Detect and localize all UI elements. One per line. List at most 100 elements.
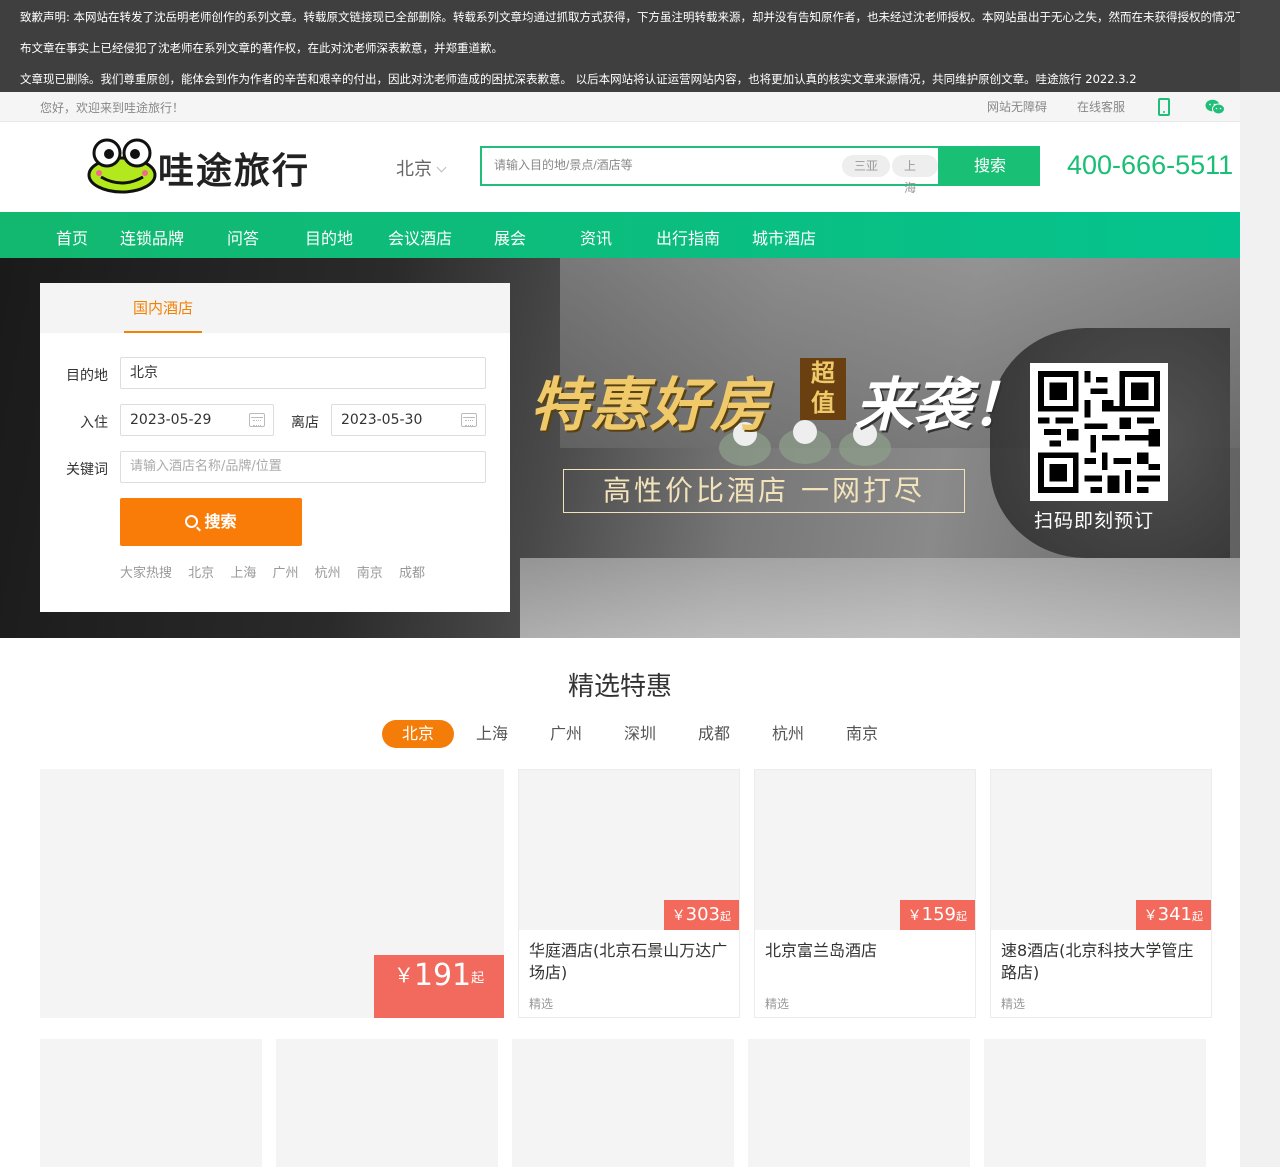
hot-searches-label: 大家热搜 — [120, 566, 173, 581]
logo-text[interactable]: 哇途旅行 — [158, 142, 310, 194]
hot-city-link[interactable]: 上海 — [230, 566, 256, 581]
hotel-card-placeholder[interactable] — [748, 1039, 970, 1167]
booking-tabs: 国内酒店 — [40, 283, 510, 333]
price-value: 303 — [685, 904, 720, 925]
accessibility-link[interactable]: 网站无障碍 — [987, 98, 1047, 115]
price-suffix: 起 — [956, 910, 967, 923]
checkin-date-value: 2023-05-29 — [130, 412, 212, 428]
price-value: 159 — [921, 904, 956, 925]
price-currency: ￥ — [907, 908, 922, 924]
price-badge: ￥303起 — [663, 900, 739, 930]
tab-domestic-hotels[interactable]: 国内酒店 — [124, 283, 202, 333]
price-value: 191 — [413, 958, 472, 993]
tab-city-chengdu[interactable]: 成都 — [678, 720, 750, 748]
tab-city-beijing[interactable]: 北京 — [382, 720, 454, 748]
checkin-label: 入住 — [80, 415, 108, 431]
notice-line: 布文章在事实上已经侵犯了沈老师在系列文章的著作权，在此对沈老师深表歉意，并郑重道… — [20, 41, 503, 55]
hot-city-link[interactable]: 广州 — [272, 566, 298, 581]
nav-item-conference-hotels[interactable]: 会议酒店 — [388, 225, 452, 249]
hotel-card-placeholder[interactable] — [276, 1039, 498, 1167]
site-header: 哇途旅行 北京 三亚 上海 搜索 400-666-5511 — [0, 122, 1240, 212]
checkin-date-input[interactable]: 2023-05-29 — [120, 404, 274, 436]
hot-search-tag[interactable]: 上海 — [892, 155, 938, 195]
price-suffix: 起 — [471, 971, 485, 986]
search-icon — [185, 515, 199, 528]
hotel-card[interactable]: ￥159起 北京富兰岛酒店 精选 — [754, 769, 976, 1018]
nav-item-home[interactable]: 首页 — [56, 225, 88, 249]
hot-city-link[interactable]: 南京 — [357, 566, 383, 581]
price-value: 341 — [1157, 904, 1192, 925]
qr-code-icon[interactable] — [1030, 363, 1168, 501]
online-service-link[interactable]: 在线客服 — [1077, 98, 1125, 115]
price-badge: ￥341起 — [1135, 900, 1211, 930]
hot-city-link[interactable]: 北京 — [188, 566, 214, 581]
banner-title-secondary: 来袭！ — [855, 371, 1030, 439]
hotel-search-button[interactable]: 搜索 — [120, 498, 302, 546]
hotel-tag: 精选 — [1001, 997, 1026, 1011]
nav-item-chain-brands[interactable]: 连锁品牌 — [120, 225, 184, 249]
hot-searches: 大家热搜 北京 上海 广州 杭州 南京 成都 — [120, 562, 437, 581]
price-currency: ￥ — [393, 963, 414, 987]
scrollbar[interactable] — [1240, 0, 1280, 1167]
featured-hotel-card[interactable]: 北京时尚会所第一品牌家居 ￥191起 — [40, 769, 504, 1018]
banner-subtitle: 高性价比酒店 一网打尽 — [563, 469, 965, 513]
mobile-phone-icon[interactable] — [1158, 98, 1170, 116]
nav-item-news[interactable]: 资讯 — [580, 225, 612, 249]
calendar-icon — [249, 413, 265, 427]
search-box: 三亚 上海 — [480, 146, 940, 195]
search-input[interactable] — [494, 158, 824, 172]
hotel-search-button-label: 搜索 — [204, 512, 237, 531]
page: 致歉声明: 本网站在转发了沈岳明老师创作的系列文章。转载原文链接现已全部删除。转… — [0, 0, 1280, 1167]
welcome-text: 您好，欢迎来到哇途旅行！ — [40, 101, 185, 115]
hotel-name: 华庭酒店(北京石景山万达广场店) — [529, 941, 728, 982]
hotel-name: 速8酒店(北京科技大学管庄路店) — [1001, 941, 1194, 982]
tab-city-hangzhou[interactable]: 杭州 — [752, 720, 824, 748]
chevron-down-icon — [436, 162, 447, 173]
banner-background-sofa — [520, 558, 1240, 638]
nav-item-travel-guide[interactable]: 出行指南 — [656, 225, 720, 249]
hotel-card-placeholder[interactable] — [40, 1039, 262, 1167]
scrollbar-thumb[interactable] — [1240, 0, 1280, 92]
hotel-tag: 精选 — [529, 997, 554, 1011]
price-currency: ￥ — [671, 908, 686, 924]
nav-item-exhibitions[interactable]: 展会 — [494, 225, 526, 249]
notice-line: 文章现已删除。我们尊重原创，能体会到作为作者的辛苦和艰辛的付出，因此对沈老师造成… — [20, 72, 1137, 86]
tab-city-shenzhen[interactable]: 深圳 — [604, 720, 676, 748]
city-selector[interactable]: 北京 — [396, 155, 447, 181]
city-selector-label: 北京 — [396, 159, 432, 180]
hotel-card[interactable]: ￥341起 速8酒店(北京科技大学管庄路店) 精选 — [990, 769, 1212, 1018]
hotel-card-placeholder[interactable] — [512, 1039, 734, 1167]
hotel-card-placeholder[interactable] — [984, 1039, 1206, 1167]
destination-input[interactable]: 北京 — [120, 357, 486, 389]
nav-item-destinations[interactable]: 目的地 — [305, 225, 353, 249]
notice-line: 致歉声明: 本网站在转发了沈岳明老师创作的系列文章。转载原文链接现已全部删除。转… — [20, 10, 1240, 24]
destination-label: 目的地 — [66, 368, 108, 384]
featured-hotel-name: 北京时尚会所第一品牌家居 — [50, 966, 231, 984]
banner-title: 特惠好房 — [530, 371, 771, 439]
featured-price-badge: ￥191起 — [374, 955, 504, 1018]
hot-city-link[interactable]: 成都 — [399, 566, 425, 581]
price-suffix: 起 — [1192, 910, 1203, 923]
tab-city-shanghai[interactable]: 上海 — [456, 720, 528, 748]
banner-badge: 超值 — [800, 358, 846, 420]
hotel-card[interactable]: ￥303起 华庭酒店(北京石景山万达广场店) 精选 — [518, 769, 740, 1018]
top-bar: 您好，欢迎来到哇途旅行！ 网站无障碍 在线客服 — [0, 92, 1240, 122]
section-title: 精选特惠 — [567, 672, 672, 702]
keyword-input[interactable]: 请输入酒店名称/品牌/位置 — [120, 451, 486, 483]
nav-item-city-hotels[interactable]: 城市酒店 — [752, 225, 816, 249]
hot-city-link[interactable]: 杭州 — [315, 566, 341, 581]
wechat-icon[interactable] — [1205, 99, 1225, 115]
price-badge: ￥159起 — [899, 900, 975, 930]
hotel-booking-panel: 国内酒店 目的地 北京 入住 2023-05-29 离店 2023-05-30 … — [40, 283, 510, 612]
nav-item-qa[interactable]: 问答 — [227, 225, 259, 249]
checkout-date-input[interactable]: 2023-05-30 — [331, 404, 486, 436]
hot-search-tag[interactable]: 三亚 — [842, 155, 891, 177]
price-currency: ￥ — [1143, 908, 1158, 924]
keyword-label: 关键词 — [66, 462, 108, 478]
search-button[interactable]: 搜索 — [940, 146, 1040, 186]
tab-city-nanjing[interactable]: 南京 — [826, 720, 898, 748]
qr-caption: 扫码即刻预订 — [1034, 510, 1155, 532]
apology-notice: 致歉声明: 本网站在转发了沈岳明老师创作的系列文章。转载原文链接现已全部删除。转… — [0, 0, 1240, 92]
tab-city-guangzhou[interactable]: 广州 — [530, 720, 602, 748]
hotline-number: 400-666-5511 — [1067, 150, 1234, 180]
